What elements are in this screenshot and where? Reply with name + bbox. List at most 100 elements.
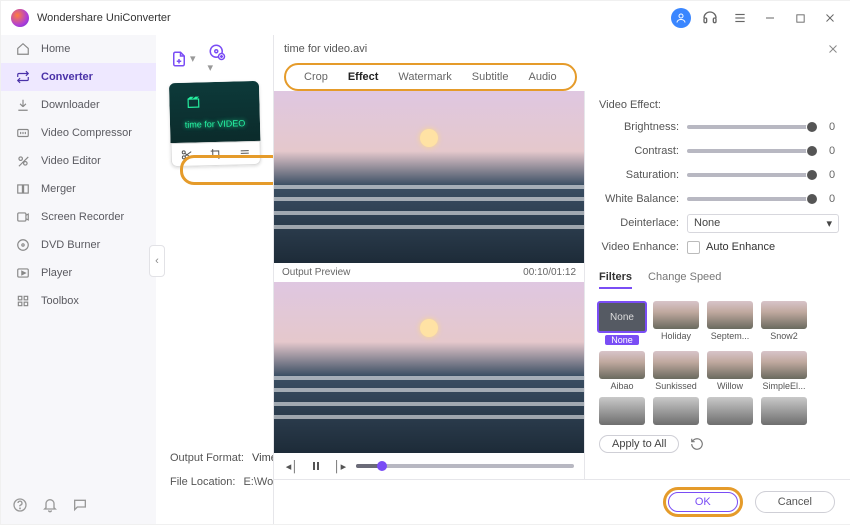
toolbox-icon xyxy=(15,293,31,309)
filter-grid: NoneNone Holiday Septem... Snow2 Aibao S… xyxy=(599,301,839,425)
tab-audio[interactable]: Audio xyxy=(518,65,566,89)
sidebar-item-downloader[interactable]: Downloader xyxy=(1,91,156,119)
white-balance-value: 0 xyxy=(825,193,839,205)
dvd-icon xyxy=(15,237,31,253)
feedback-icon[interactable] xyxy=(71,496,89,514)
annotation-tab-pill: Crop Effect Watermark Subtitle Audio xyxy=(284,63,577,91)
file-location-label: File Location: xyxy=(170,476,235,488)
subtab-speed[interactable]: Change Speed xyxy=(648,267,721,289)
output-preview xyxy=(274,282,584,454)
filter-aibao[interactable]: Aibao xyxy=(599,351,645,391)
tab-crop[interactable]: Crop xyxy=(294,65,338,89)
deinterlace-label: Deinterlace: xyxy=(599,217,679,229)
apply-to-all-button[interactable]: Apply to All xyxy=(599,435,679,453)
reset-filters-button[interactable] xyxy=(689,436,705,452)
saturation-label: Saturation: xyxy=(599,169,679,181)
home-icon xyxy=(15,41,31,57)
tab-watermark[interactable]: Watermark xyxy=(388,65,461,89)
brightness-label: Brightness: xyxy=(599,121,679,133)
menu-icon[interactable] xyxy=(729,7,751,29)
auto-enhance-checkbox[interactable] xyxy=(687,241,700,254)
video-effect-title: Video Effect: xyxy=(599,99,839,111)
sidebar-item-merger[interactable]: Merger xyxy=(1,175,156,203)
minimize-button[interactable] xyxy=(759,7,781,29)
filter-sunkissed[interactable]: Sunkissed xyxy=(653,351,699,391)
recorder-icon xyxy=(15,209,31,225)
subtab-filters[interactable]: Filters xyxy=(599,267,632,289)
sidebar-item-label: DVD Burner xyxy=(41,239,100,251)
clip-toolbar xyxy=(170,141,261,167)
contrast-slider[interactable] xyxy=(687,149,817,153)
pause-button[interactable] xyxy=(308,460,324,472)
trim-icon[interactable] xyxy=(180,149,194,161)
sidebar-item-label: Toolbox xyxy=(41,295,79,307)
filter-extra-4[interactable] xyxy=(761,397,807,425)
sidebar-item-label: Player xyxy=(41,267,72,279)
ok-button[interactable]: OK xyxy=(668,492,738,512)
tab-effect[interactable]: Effect xyxy=(338,65,389,89)
brand-logo xyxy=(11,9,29,27)
sidebar-item-label: Converter xyxy=(41,71,93,83)
editor-icon xyxy=(15,153,31,169)
sidebar-item-label: Video Editor xyxy=(41,155,101,167)
sidebar-item-label: Downloader xyxy=(41,99,100,111)
collapse-sidebar-button[interactable]: ‹ xyxy=(149,245,165,277)
sidebar-item-compressor[interactable]: Video Compressor xyxy=(1,119,156,147)
saturation-slider[interactable] xyxy=(687,173,817,177)
close-button[interactable] xyxy=(819,7,841,29)
filter-september[interactable]: Septem... xyxy=(707,301,753,345)
white-balance-slider[interactable] xyxy=(687,197,817,201)
filter-holiday[interactable]: Holiday xyxy=(653,301,699,345)
bell-icon[interactable] xyxy=(41,496,59,514)
cancel-button[interactable]: Cancel xyxy=(755,491,835,513)
next-frame-button[interactable]: │▸ xyxy=(332,460,348,473)
timeline-slider[interactable] xyxy=(356,464,574,468)
more-icon[interactable] xyxy=(238,147,252,159)
filter-snow2[interactable]: Snow2 xyxy=(761,301,807,345)
effect-editor: time for video.avi Crop Effect Watermark… xyxy=(273,35,850,524)
add-file-button[interactable]: ▾ xyxy=(170,50,196,68)
deinterlace-select[interactable]: None▾ xyxy=(687,214,839,233)
sidebar: Home Converter Downloader Video Compress… xyxy=(1,35,157,524)
preview-time: 00:10/01:12 xyxy=(523,267,576,278)
brightness-slider[interactable] xyxy=(687,125,817,129)
download-icon xyxy=(15,97,31,113)
crop-icon[interactable] xyxy=(209,148,223,160)
filter-extra-3[interactable] xyxy=(707,397,753,425)
preview-label: Output Preview xyxy=(282,267,350,278)
sidebar-item-toolbox[interactable]: Toolbox xyxy=(1,287,156,315)
sidebar-item-player[interactable]: Player xyxy=(1,259,156,287)
clip-thumb-text: time for VIDEO xyxy=(184,94,245,130)
sidebar-item-home[interactable]: Home xyxy=(1,35,156,63)
close-editor-button[interactable] xyxy=(825,41,841,57)
filter-simpleelegance[interactable]: SimpleEl... xyxy=(761,351,807,391)
contrast-value: 0 xyxy=(825,145,839,157)
white-balance-label: White Balance: xyxy=(599,193,679,205)
filter-willow[interactable]: Willow xyxy=(707,351,753,391)
add-dvd-button[interactable]: ▾ xyxy=(208,43,226,74)
auto-enhance-label: Auto Enhance xyxy=(706,241,775,253)
chevron-down-icon: ▾ xyxy=(190,52,196,65)
clip-thumbnail: time for VIDEO xyxy=(169,81,261,143)
maximize-button[interactable] xyxy=(789,7,811,29)
filter-extra-2[interactable] xyxy=(653,397,699,425)
account-icon[interactable] xyxy=(671,8,691,28)
original-preview xyxy=(274,91,584,263)
clip-card[interactable]: time for VIDEO xyxy=(169,81,261,167)
sidebar-item-recorder[interactable]: Screen Recorder xyxy=(1,203,156,231)
sidebar-item-dvd[interactable]: DVD Burner xyxy=(1,231,156,259)
sidebar-item-editor[interactable]: Video Editor xyxy=(1,147,156,175)
tab-subtitle[interactable]: Subtitle xyxy=(462,65,519,89)
support-icon[interactable] xyxy=(699,7,721,29)
sidebar-item-label: Screen Recorder xyxy=(41,211,124,223)
prev-frame-button[interactable]: ◂│ xyxy=(284,460,300,473)
merger-icon xyxy=(15,181,31,197)
help-icon[interactable] xyxy=(11,496,29,514)
video-enhance-label: Video Enhance: xyxy=(599,241,679,253)
sidebar-item-converter[interactable]: Converter xyxy=(1,63,156,91)
filter-extra-1[interactable] xyxy=(599,397,645,425)
sidebar-item-label: Home xyxy=(41,43,70,55)
output-format-label: Output Format: xyxy=(170,452,244,464)
chevron-down-icon: ▾ xyxy=(826,217,832,230)
filter-none[interactable]: NoneNone xyxy=(599,301,645,345)
